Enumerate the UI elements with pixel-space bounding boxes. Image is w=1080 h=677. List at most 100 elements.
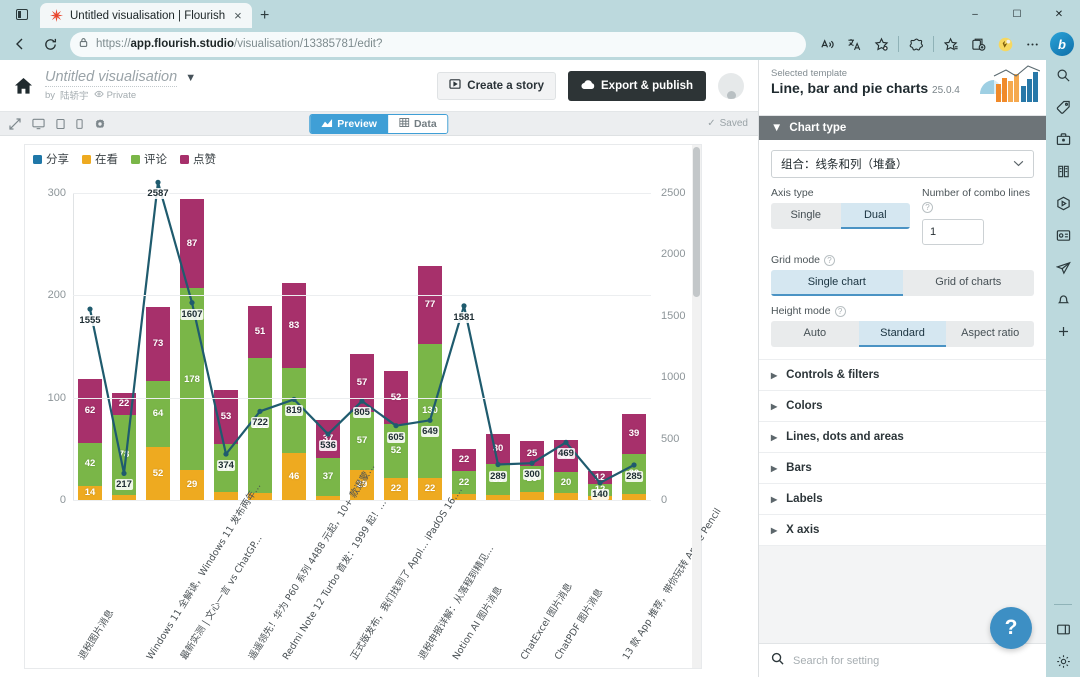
bar-segment-watching[interactable]: 29 bbox=[180, 470, 204, 500]
bar-segment-watching[interactable]: 14 bbox=[78, 485, 102, 500]
bar-segment-watching[interactable]: 46 bbox=[282, 452, 306, 500]
bar-column[interactable]: 838346 bbox=[277, 193, 311, 500]
new-tab-button[interactable]: + bbox=[252, 3, 278, 28]
back-icon[interactable] bbox=[6, 31, 34, 57]
tools-briefcase-icon[interactable] bbox=[1056, 132, 1071, 147]
create-a-story-button[interactable]: Create a story bbox=[437, 71, 556, 100]
tab-data[interactable]: Data bbox=[387, 114, 448, 133]
bar-column[interactable]: 62 42 14 bbox=[73, 193, 107, 500]
close-button[interactable]: ✕ bbox=[1038, 0, 1080, 28]
scrollbar-thumb[interactable] bbox=[693, 147, 700, 297]
accordion-lines-dots-and-areas[interactable]: ▶ Lines, dots and areas bbox=[759, 422, 1046, 453]
sidebar-settings-icon[interactable] bbox=[1056, 654, 1071, 669]
bar-segment-like[interactable]: 25 bbox=[520, 440, 544, 467]
chart-scrollbar[interactable] bbox=[692, 145, 701, 668]
extension-icon[interactable] bbox=[992, 31, 1018, 57]
home-icon[interactable] bbox=[14, 77, 33, 95]
bar-segment-like[interactable]: 22 bbox=[112, 392, 136, 416]
mobile-preview-icon[interactable] bbox=[76, 118, 83, 130]
send-paper-plane-icon[interactable] bbox=[1055, 260, 1071, 275]
help-icon[interactable]: ? bbox=[922, 202, 933, 213]
bar-segment-comment[interactable]: 37 bbox=[316, 458, 340, 496]
bar-segment-watching[interactable] bbox=[554, 492, 578, 500]
visualisation-title[interactable]: Untitled visualisation bbox=[45, 69, 178, 87]
bar-column[interactable]: 5347 bbox=[209, 193, 243, 500]
bar-column[interactable]: 22 22 bbox=[447, 193, 481, 500]
bar-segment-like[interactable]: 30 bbox=[486, 433, 510, 465]
news-card-icon[interactable] bbox=[1056, 228, 1071, 243]
bar-segment-comment[interactable]: 42 bbox=[78, 442, 102, 486]
bar-segment-comment[interactable]: 130 bbox=[418, 344, 442, 478]
address-bar[interactable]: https://app.flourish.studio/visualisatio… bbox=[70, 31, 806, 57]
axis-type-option-single[interactable]: Single bbox=[771, 203, 841, 229]
bar-segment-like[interactable]: 51 bbox=[248, 305, 272, 358]
desktop-preview-icon[interactable] bbox=[32, 118, 45, 130]
bar-segment-like[interactable]: 57 bbox=[350, 353, 374, 412]
favorites-icon[interactable] bbox=[938, 31, 964, 57]
help-icon[interactable]: ? bbox=[824, 254, 836, 266]
legend-item[interactable]: 评论 bbox=[131, 151, 167, 167]
bar-segment-like[interactable]: 77 bbox=[418, 265, 442, 345]
bar-segment-like[interactable]: 62 bbox=[78, 379, 102, 443]
collections-icon[interactable] bbox=[965, 31, 991, 57]
accordion-colors[interactable]: ▶ Colors bbox=[759, 391, 1046, 422]
bar-segment-watching[interactable]: 22 bbox=[384, 477, 408, 500]
line-point[interactable] bbox=[155, 179, 161, 185]
games-icon[interactable] bbox=[1056, 164, 1071, 179]
chevron-down-icon[interactable]: ▼ bbox=[185, 72, 196, 84]
legend-item[interactable]: 点赞 bbox=[180, 151, 216, 167]
bar-segment-watching[interactable] bbox=[520, 491, 544, 500]
bar-segment-comment[interactable]: 20 bbox=[554, 472, 578, 493]
bar-column[interactable]: 37 37 bbox=[311, 193, 345, 500]
minimize-button[interactable]: – bbox=[954, 0, 996, 28]
video-play-icon[interactable] bbox=[1056, 196, 1071, 211]
bar-segment-comment[interactable]: 57 bbox=[350, 412, 374, 471]
legend-item[interactable]: 在看 bbox=[82, 151, 118, 167]
translate-icon[interactable] bbox=[841, 31, 867, 57]
bar-column[interactable]: 1212 bbox=[583, 193, 617, 500]
bar-segment-comment[interactable]: 64 bbox=[146, 381, 170, 447]
accordion-controls-filters[interactable]: ▶ Controls & filters bbox=[759, 360, 1046, 391]
more-options-icon[interactable] bbox=[1019, 31, 1045, 57]
browser-tab[interactable]: Untitled visualisation | Flourish × bbox=[40, 3, 252, 28]
shopping-tag-icon[interactable] bbox=[1056, 100, 1071, 115]
add-favorite-icon[interactable] bbox=[868, 31, 894, 57]
height-mode-option-aspect-ratio[interactable]: Aspect ratio bbox=[946, 321, 1034, 347]
export-publish-button[interactable]: Export & publish bbox=[568, 70, 706, 101]
settings-gear-icon[interactable] bbox=[94, 118, 106, 130]
axis-type-option-dual[interactable]: Dual bbox=[840, 203, 910, 229]
accordion-x-axis[interactable]: ▶ X axis bbox=[759, 515, 1046, 546]
read-aloud-icon[interactable] bbox=[814, 31, 840, 57]
bar-column[interactable]: 3030 bbox=[481, 193, 515, 500]
grid-mode-option-grid-of-charts[interactable]: Grid of charts bbox=[902, 270, 1034, 296]
bar-segment-like[interactable]: 39 bbox=[622, 414, 646, 454]
bar-column[interactable]: 22 78 bbox=[107, 193, 141, 500]
help-button[interactable]: ? bbox=[990, 607, 1032, 649]
bar-column[interactable]: 2525 bbox=[515, 193, 549, 500]
bar-column[interactable]: 52 52 22 bbox=[379, 193, 413, 500]
accordion-labels[interactable]: ▶ Labels bbox=[759, 484, 1046, 515]
bar-segment-watching[interactable]: 22 bbox=[418, 477, 442, 500]
bar-segment-like[interactable]: 37 bbox=[316, 420, 340, 459]
fullscreen-icon[interactable] bbox=[9, 117, 21, 130]
bar-column[interactable]: 57 57 29 bbox=[345, 193, 379, 500]
bar-column[interactable]: 87 178 29 bbox=[175, 193, 209, 500]
bar-segment-like[interactable]: 12 bbox=[588, 471, 612, 484]
bar-segment-like[interactable]: 87 bbox=[180, 199, 204, 289]
reload-icon[interactable] bbox=[36, 31, 64, 57]
notification-bell-icon[interactable] bbox=[1056, 292, 1071, 307]
bar-segment-watching[interactable]: 52 bbox=[146, 446, 170, 500]
bar-segment-like[interactable]: 73 bbox=[146, 306, 170, 382]
bar-column[interactable]: 51132 bbox=[243, 193, 277, 500]
legend-item[interactable]: 分享 bbox=[33, 151, 69, 167]
combo-lines-input[interactable]: 1 bbox=[922, 219, 984, 245]
bar-segment-watching[interactable] bbox=[214, 491, 238, 500]
height-mode-option-auto[interactable]: Auto bbox=[771, 321, 859, 347]
browser-essentials-icon[interactable] bbox=[903, 31, 929, 57]
tab-search-icon[interactable] bbox=[4, 0, 40, 28]
tab-close-icon[interactable]: × bbox=[232, 9, 244, 22]
chart-type-section-header[interactable]: ▼ Chart type bbox=[759, 116, 1046, 140]
maximize-button[interactable]: ☐ bbox=[996, 0, 1038, 28]
setting-search[interactable]: Search for setting bbox=[759, 643, 1046, 677]
tab-preview[interactable]: Preview bbox=[310, 114, 388, 133]
